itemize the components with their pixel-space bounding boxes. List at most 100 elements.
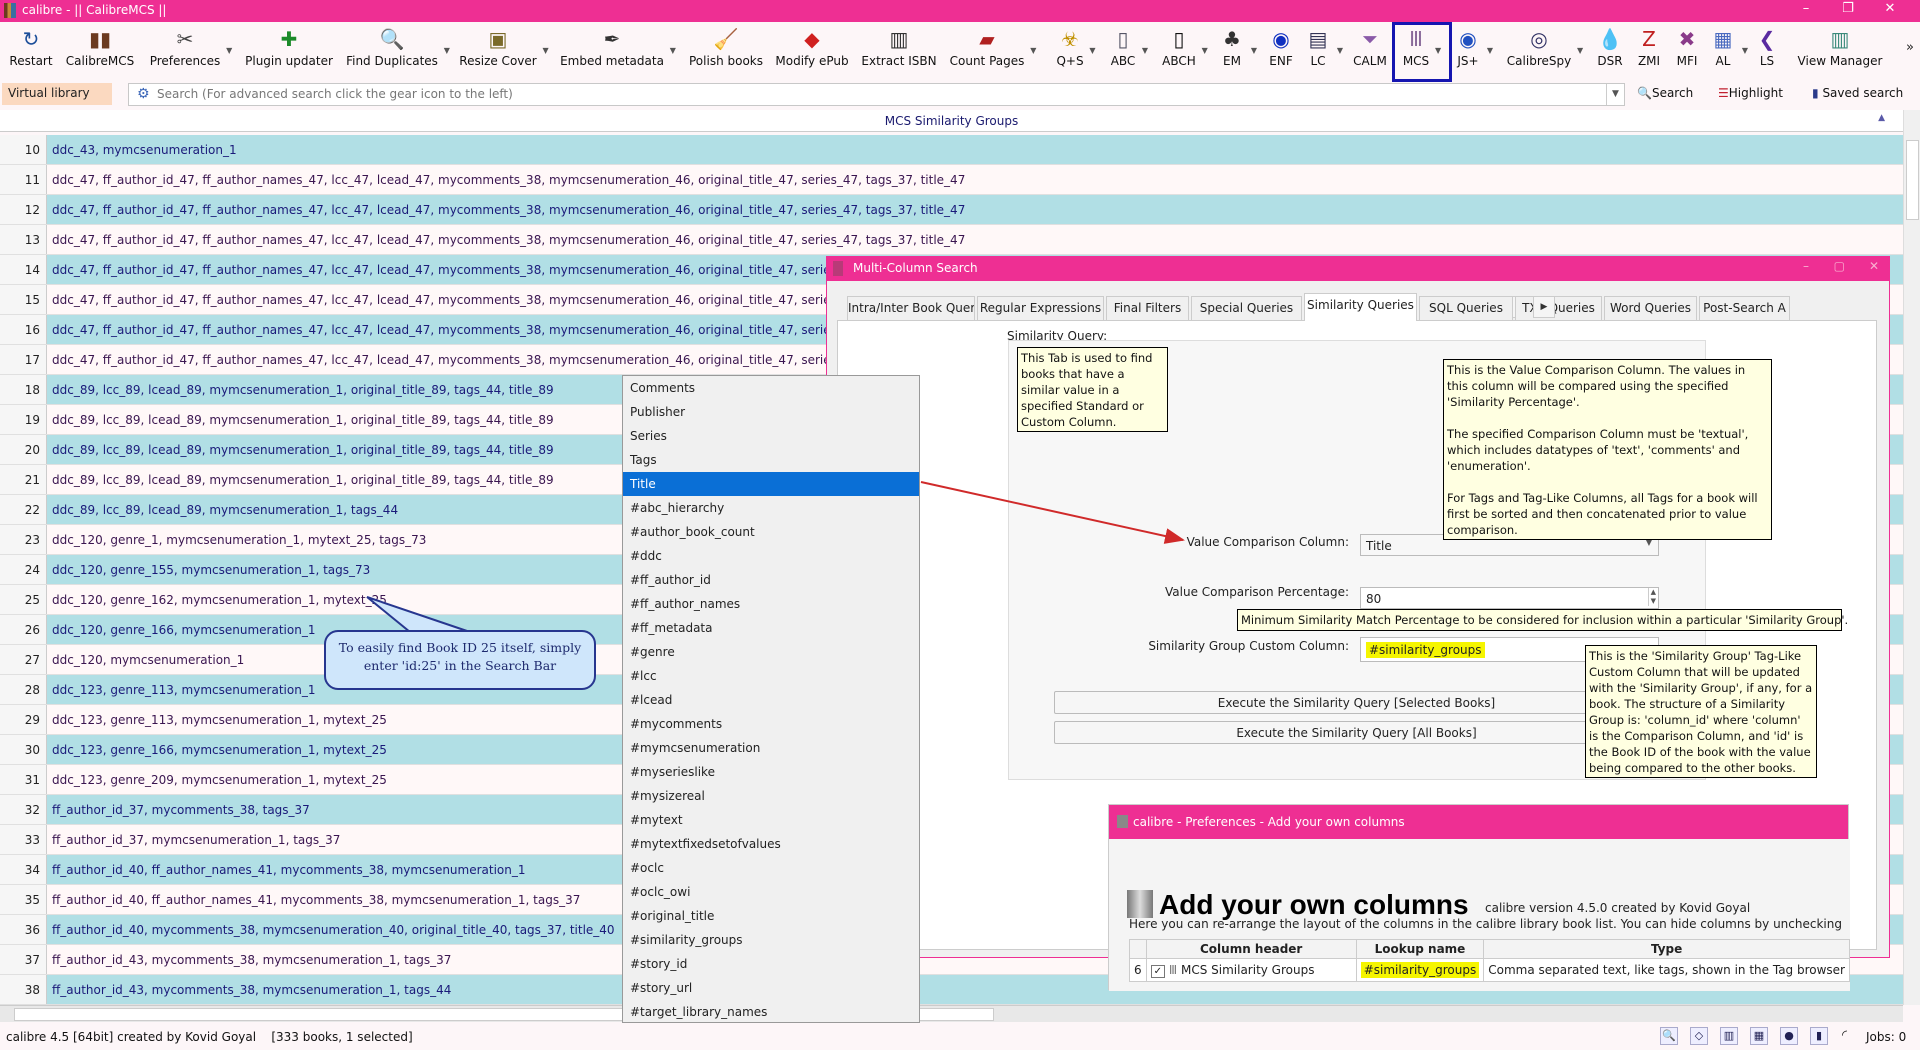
gear-icon[interactable]: ⚙: [137, 86, 150, 102]
tab-special-queries[interactable]: Special Queries: [1191, 296, 1302, 320]
chevron-down-icon[interactable]: ▼: [226, 46, 232, 55]
similarity-groups-cell[interactable]: ddc_89, lcc_89, lcead_89, mymcsenumerati…: [47, 405, 559, 434]
similarity-groups-cell[interactable]: ddc_89, lcc_89, lcead_89, mymcsenumerati…: [47, 435, 559, 464]
percentage-spinbox[interactable]: 80 ▲ ▼: [1360, 587, 1659, 609]
spin-arrows-icon[interactable]: ▲ ▼: [1647, 588, 1656, 606]
similarity-groups-cell[interactable]: ddc_47, ff_author_id_47, ff_author_names…: [47, 195, 970, 224]
dropdown-option[interactable]: #oclc: [623, 856, 919, 880]
cover-icon[interactable]: ●: [1780, 1027, 1798, 1045]
tab-similarity-queries[interactable]: Similarity Queries: [1304, 293, 1417, 321]
dropdown-option[interactable]: #abc_hierarchy: [623, 496, 919, 520]
toolbar-button-lc[interactable]: ▤ LC ▼: [1305, 26, 1343, 68]
dropdown-option[interactable]: #myserieslike: [623, 760, 919, 784]
dropdown-option[interactable]: #mytext: [623, 808, 919, 832]
similarity-groups-cell[interactable]: ddc_43, mymcsenumeration_1: [47, 135, 242, 164]
dropdown-option[interactable]: #lcead: [623, 688, 919, 712]
dropdown-option[interactable]: #original_title: [623, 904, 919, 928]
table-row[interactable]: 12 ddc_47, ff_author_id_47, ff_author_nam…: [0, 195, 1903, 225]
similarity-groups-cell[interactable]: ddc_47, ff_author_id_47, ff_author_names…: [47, 285, 863, 314]
chevron-down-icon[interactable]: ▼: [1202, 46, 1208, 55]
toolbar-button-em[interactable]: ♣ EM ▼: [1219, 26, 1257, 68]
similarity-groups-cell[interactable]: ff_author_id_40, ff_author_names_41, myc…: [47, 855, 531, 884]
similarity-groups-cell[interactable]: ddc_123, genre_209, mymcsenumeration_1, …: [47, 765, 392, 794]
tab-sql-queries[interactable]: SQL Queries: [1419, 296, 1513, 320]
similarity-groups-cell[interactable]: ddc_120, genre_1, mymcsenumeration_1, my…: [47, 525, 431, 554]
tab-final-filters[interactable]: Final Filters: [1106, 296, 1189, 320]
similarity-groups-cell[interactable]: ddc_47, ff_author_id_47, ff_author_names…: [47, 225, 970, 254]
maximize-button[interactable]: ▢: [1834, 259, 1845, 273]
similarity-groups-cell[interactable]: ff_author_id_40, mycomments_38, mymcsenu…: [47, 915, 620, 944]
toolbar-button-abch[interactable]: ▯ ABCH ▼: [1162, 26, 1208, 68]
toolbar-button-js-[interactable]: ◉ JS+ ▼: [1455, 26, 1493, 68]
toolbar-button-count-pages[interactable]: ▰ Count Pages ▼: [950, 26, 1037, 68]
dropdown-option[interactable]: #story_id: [623, 952, 919, 976]
minimize-button[interactable]: –: [1786, 1, 1826, 21]
search-history-dropdown[interactable]: ▼: [1606, 84, 1624, 105]
chevron-down-icon[interactable]: ▼: [1142, 46, 1148, 55]
tab-post-search-a[interactable]: Post-Search A: [1699, 296, 1790, 320]
dropdown-option[interactable]: #ddc: [623, 544, 919, 568]
search-button[interactable]: 🔍Search: [1637, 86, 1693, 100]
dropdown-option[interactable]: Title: [623, 472, 919, 496]
chevron-down-icon[interactable]: ▼: [1337, 46, 1343, 55]
virtual-library-button[interactable]: Virtual library: [2, 83, 112, 105]
dropdown-option[interactable]: #story_url: [623, 976, 919, 1000]
chevron-down-icon[interactable]: ▼: [1030, 46, 1036, 55]
similarity-groups-cell[interactable]: ddc_47, ff_author_id_47, ff_author_names…: [47, 165, 970, 194]
toolbar-button-al[interactable]: ▦ AL ▼: [1710, 26, 1748, 68]
chevron-down-icon[interactable]: ▼: [1577, 46, 1583, 55]
dropdown-option[interactable]: #lcc: [623, 664, 919, 688]
chevron-down-icon[interactable]: ▼: [1487, 46, 1493, 55]
similarity-groups-cell[interactable]: ff_author_id_40, ff_author_names_41, myc…: [47, 885, 585, 914]
dropdown-option[interactable]: #ff_metadata: [623, 616, 919, 640]
similarity-groups-cell[interactable]: ddc_47, ff_author_id_47, ff_author_names…: [47, 315, 863, 344]
vertical-scrollbar[interactable]: [1903, 110, 1920, 1005]
similarity-groups-cell[interactable]: ddc_89, lcc_89, lcead_89, mymcsenumerati…: [47, 495, 403, 524]
table-row[interactable]: 10 ddc_43, mymcsenumeration_1: [0, 135, 1903, 165]
toolbar-button-mfi[interactable]: ✖ MFI: [1674, 26, 1700, 68]
table-row[interactable]: 11 ddc_47, ff_author_id_47, ff_author_nam…: [0, 165, 1903, 195]
toolbar-button-resize-cover[interactable]: ▣ Resize Cover ▼: [459, 26, 548, 68]
minimize-button[interactable]: –: [1803, 259, 1809, 273]
similarity-groups-cell[interactable]: ddc_47, ff_author_id_47, ff_author_names…: [47, 345, 863, 374]
jobs-count[interactable]: Jobs: 0: [1866, 1030, 1906, 1044]
toolbar-button-calibrespy[interactable]: ◎ CalibreSpy ▼: [1507, 26, 1583, 68]
horizontal-scrollbar[interactable]: [0, 1005, 1903, 1022]
dropdown-option[interactable]: #mycomments: [623, 712, 919, 736]
dropdown-option[interactable]: #mysizereal: [623, 784, 919, 808]
dropdown-option[interactable]: #mytextfixedsetofvalues: [623, 832, 919, 856]
execute-all-books-button[interactable]: Execute the Similarity Query [All Books]: [1054, 721, 1659, 744]
similarity-groups-cell[interactable]: ddc_120, genre_166, mymcsenumeration_1: [47, 615, 320, 644]
similarity-groups-cell[interactable]: ddc_123, genre_113, mymcsenumeration_1: [47, 675, 320, 704]
dropdown-option[interactable]: #ff_author_names: [623, 592, 919, 616]
dropdown-option[interactable]: #ff_author_id: [623, 568, 919, 592]
toolbar-button-polish-books[interactable]: 🧹 Polish books: [689, 26, 763, 68]
toolbar-button-view-manager[interactable]: ▥ View Manager: [1798, 26, 1883, 68]
tab-regular-expressions[interactable]: Regular Expressions: [977, 296, 1104, 320]
similarity-groups-cell[interactable]: ff_author_id_37, mymcsenumeration_1, tag…: [47, 825, 345, 854]
book-details-icon[interactable]: ▮: [1810, 1027, 1828, 1045]
jobs-spinner-icon[interactable]: ◜: [1842, 1028, 1847, 1043]
toolbar-button-calm[interactable]: ⏷ CALM: [1353, 26, 1387, 68]
dropdown-option[interactable]: #author_book_count: [623, 520, 919, 544]
tab-intra-inter-book-queries[interactable]: Intra/Inter Book Queries: [847, 296, 975, 320]
header-type[interactable]: Type: [1483, 939, 1850, 959]
toolbar-button-find-duplicates[interactable]: 🔍 Find Duplicates ▼: [346, 26, 450, 68]
similarity-groups-cell[interactable]: ddc_47, ff_author_id_47, ff_author_names…: [47, 255, 863, 284]
dropdown-option[interactable]: #target_library_names: [623, 1000, 919, 1024]
toolbar-button-calibremcs[interactable]: ▮▮ CalibreMCS: [66, 26, 134, 68]
similarity-groups-cell[interactable]: ff_author_id_43, mycomments_38, mymcsenu…: [47, 945, 456, 974]
dropdown-option[interactable]: #oclc_owi: [623, 880, 919, 904]
tag-icon[interactable]: ◇: [1690, 1027, 1708, 1045]
execute-selected-books-button[interactable]: Execute the Similarity Query [Selected B…: [1054, 691, 1659, 714]
close-button[interactable]: ✕: [1869, 259, 1879, 273]
grid-icon[interactable]: ▦: [1750, 1027, 1768, 1045]
chevron-down-icon[interactable]: ▼: [444, 46, 450, 55]
chevron-down-icon[interactable]: ▼: [1742, 46, 1748, 55]
toolbar-button-abc[interactable]: ▯ ABC ▼: [1110, 26, 1148, 68]
table-row[interactable]: 6 ✓ Ⅲ MCS Similarity Groups #similarity_…: [1129, 958, 1850, 982]
saved-search-button[interactable]: ▮ Saved search: [1812, 86, 1903, 100]
chevron-down-icon[interactable]: ▼: [543, 46, 549, 55]
toolbar-button-plugin-updater[interactable]: ✚ Plugin updater: [245, 26, 333, 68]
similarity-groups-cell[interactable]: ddc_120, genre_155, mymcsenumeration_1, …: [47, 555, 375, 584]
